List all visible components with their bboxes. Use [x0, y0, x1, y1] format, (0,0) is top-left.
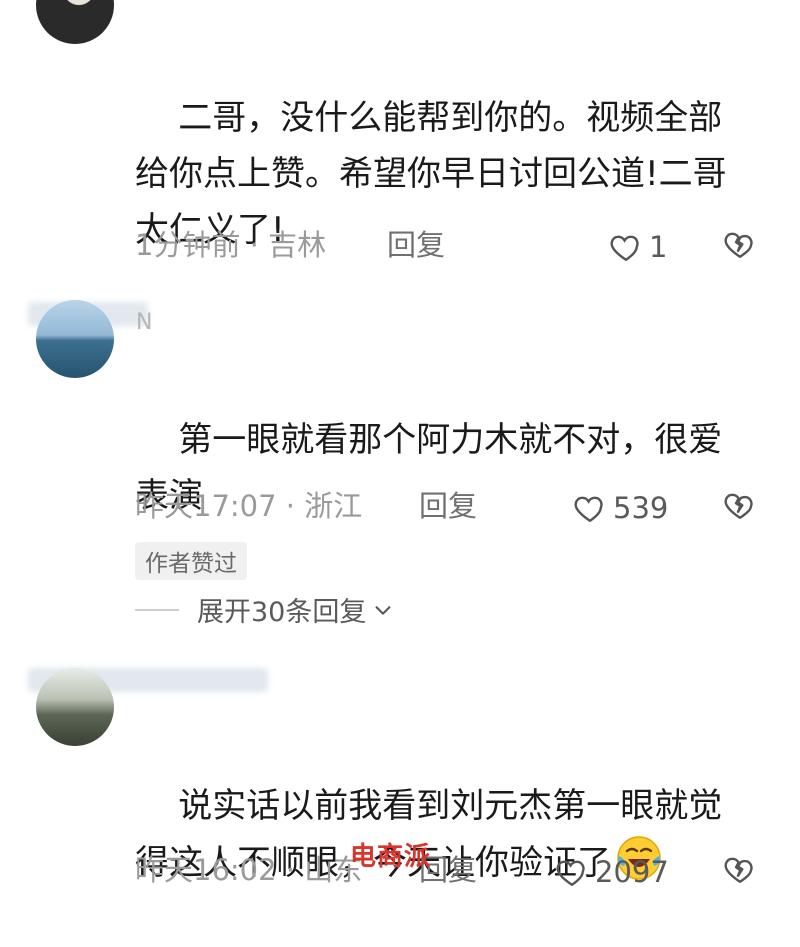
comment-meta: 昨天16:02 · 山东 回复 2097	[135, 850, 775, 890]
avatar[interactable]	[36, 0, 114, 44]
heart-outline-icon	[610, 235, 639, 262]
comment-time-location: 昨天16:02 · 山东	[135, 853, 363, 887]
reply-button[interactable]: 回复	[387, 225, 445, 265]
comment-time-location: 1分钟前 · 吉林	[135, 228, 327, 262]
like-button[interactable]: 2097	[555, 852, 669, 892]
broken-heart-icon	[724, 493, 753, 519]
like-count: 2097	[595, 855, 669, 889]
author-liked-badge: 作者赞过	[135, 542, 247, 580]
comment-text: 说实话以前我看到刘元杰第一眼就觉得这人不顺眼，今天让你验证了	[135, 786, 723, 883]
like-button[interactable]: 539	[573, 488, 668, 528]
nickname[interactable]: N	[136, 310, 152, 335]
comment-item: N 第一眼就看那个阿力木就不对，很爱表演 昨天17:07 · 浙江 回复 539…	[0, 300, 800, 640]
like-count: 1	[649, 230, 668, 264]
expand-replies-label: 展开30条回复	[197, 597, 367, 628]
expand-replies-button[interactable]: 展开30条回复	[135, 590, 394, 629]
like-button[interactable]: 1	[609, 227, 667, 267]
heart-outline-icon	[574, 496, 603, 523]
comment-meta: 昨天17:07 · 浙江 回复 539	[135, 486, 775, 526]
divider	[135, 608, 179, 611]
heart-outline-icon	[556, 860, 585, 887]
avatar[interactable]	[36, 300, 114, 378]
dislike-button[interactable]	[723, 227, 757, 271]
comment-meta: 1分钟前 · 吉林 回复 1	[135, 225, 775, 265]
dislike-button[interactable]	[723, 488, 757, 532]
broken-heart-icon	[724, 857, 753, 883]
dislike-button[interactable]	[723, 852, 757, 896]
comment-time-location: 昨天17:07 · 浙江	[135, 489, 363, 523]
like-count: 539	[613, 491, 669, 525]
avatar[interactable]	[36, 668, 114, 746]
reply-button[interactable]: 回复	[419, 486, 477, 526]
comment-item: 二哥，没什么能帮到你的。视频全部给你点上赞。希望你早日讨回公道!二哥太仁义了! …	[0, 0, 800, 280]
comment-text: 二哥，没什么能帮到你的。视频全部给你点上赞。希望你早日讨回公道!二哥太仁义了!	[135, 98, 727, 250]
chevron-down-icon	[375, 605, 391, 615]
watermark-logo: 电商派	[350, 842, 432, 872]
broken-heart-icon	[724, 232, 753, 258]
